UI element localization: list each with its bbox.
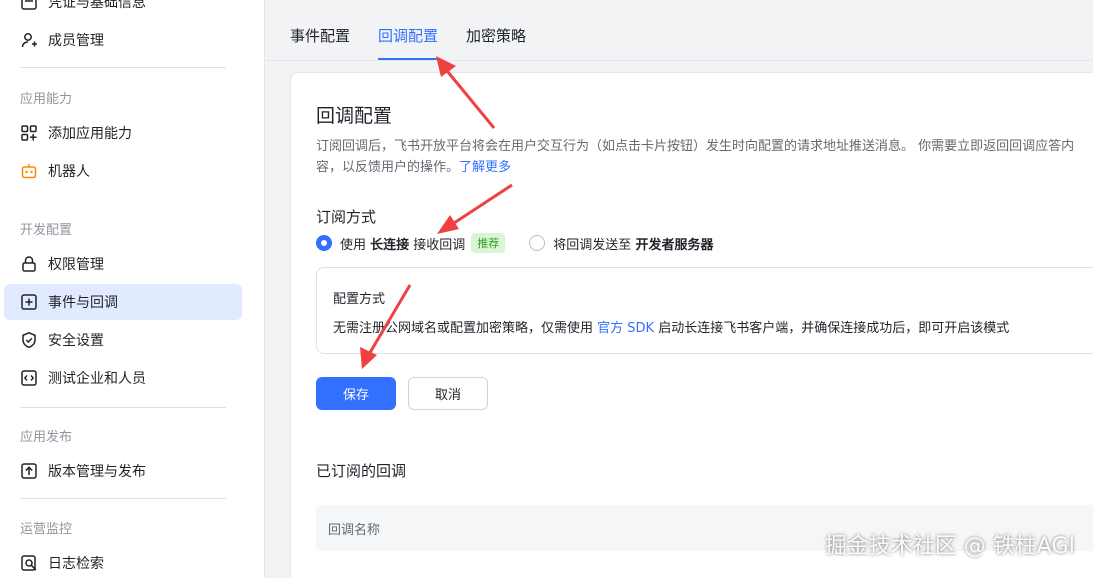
cancel-button[interactable]: 取消 [408,377,488,410]
sidebar-item-label: 机器人 [48,164,90,180]
sidebar-item-permissions[interactable]: 权限管理 [4,246,242,282]
subscribe-mode-title: 订阅方式 [316,208,377,226]
user-add-icon [20,31,38,49]
sidebar-item-security[interactable]: 安全设置 [4,322,242,358]
description-text: 容，以反馈用户的操作。 [316,160,460,175]
tab-bar: 事件配置 回调配置 加密策略 [290,0,554,60]
sidebar-item-credentials[interactable]: 凭证与基础信息 [4,0,242,20]
option-text: 接收回调 [409,237,466,253]
config-text: 无需注册公网域名或配置加密策略，仅需使用 [333,321,598,336]
config-method-title: 配置方式 [333,292,386,307]
sidebar: 凭证与基础信息 成员管理 应用能力 添加应用能力 机器人 开发配置 权限管理 事… [0,0,265,578]
tab-event-config[interactable]: 事件配置 [290,0,350,60]
column-callback-name: 回调名称 [328,522,381,538]
upload-icon [20,462,38,480]
option-developer-server-label[interactable]: 将回调发送至 开发者服务器 [553,234,713,253]
save-button[interactable]: 保存 [316,377,396,410]
section-label-capability: 应用能力 [20,92,73,107]
page-title: 回调配置 [316,105,393,127]
sidebar-divider [20,498,226,499]
sidebar-item-label: 安全设置 [48,333,104,349]
radio-long-connection[interactable] [316,235,332,251]
sidebar-item-label: 成员管理 [48,33,104,49]
sidebar-item-label: 凭证与基础信息 [48,0,146,11]
radio-developer-server[interactable] [529,235,546,251]
description-line-2: 容，以反馈用户的操作。了解更多 [316,157,1093,178]
watermark: 掘金技术社区 @ 铁柱AGI [824,534,1075,559]
shield-icon [20,331,38,349]
callback-config-card: 回调配置 订阅回调后，飞书开放平台将会在用户交互行为（如点击卡片按钮）发生时向配… [290,72,1093,578]
sidebar-item-members[interactable]: 成员管理 [4,22,242,58]
option-bold-text: 长连接 [370,237,410,253]
description-line-1: 订阅回调后，飞书开放平台将会在用户交互行为（如点击卡片按钮）发生时向配置的请求地… [316,139,1075,154]
config-text: 启动长连接飞书客户端，并确保连接成功后，即可开启该模式 [654,321,1010,336]
config-method-text: 无需注册公网域名或配置加密策略，仅需使用 官方 SDK 启动长连接飞书客户端，并… [333,317,1009,336]
sidebar-item-label: 版本管理与发布 [48,464,146,480]
robot-icon [20,162,38,180]
sidebar-item-label: 添加应用能力 [48,126,132,142]
tab-callback-config[interactable]: 回调配置 [378,0,439,60]
lock-icon [20,255,38,273]
code-icon [20,369,38,387]
sidebar-item-versions[interactable]: 版本管理与发布 [4,453,242,489]
sidebar-item-robot[interactable]: 机器人 [4,153,242,189]
tabs-divider [266,60,1093,61]
recommended-badge: 推荐 [471,233,506,253]
section-label-dev: 开发配置 [20,223,73,238]
sidebar-item-label: 日志检索 [48,556,104,572]
sdk-link[interactable]: 官方 SDK [597,321,654,336]
subscribe-mode-options: 使用 长连接 接收回调 推荐 将回调发送至 开发者服务器 [316,233,713,253]
option-text: 使用 [340,237,371,253]
apps-add-icon [20,124,38,142]
option-bold-text: 开发者服务器 [635,237,714,253]
section-label-ops: 运营监控 [20,522,73,537]
tab-encryption[interactable]: 加密策略 [466,0,526,60]
learn-more-link[interactable]: 了解更多 [459,160,511,175]
sidebar-item-add-capability[interactable]: 添加应用能力 [4,115,242,151]
sidebar-item-log-search[interactable]: 日志检索 [4,545,242,578]
sidebar-divider [20,67,226,68]
description: 订阅回调后，飞书开放平台将会在用户交互行为（如点击卡片按钮）发生时向配置的请求地… [316,136,1093,178]
sidebar-item-events[interactable]: 事件与回调 [4,284,242,320]
list-icon [20,0,38,11]
sidebar-item-label: 测试企业和人员 [48,371,146,387]
sidebar-item-test-org[interactable]: 测试企业和人员 [4,360,242,396]
section-label-release: 应用发布 [20,430,73,445]
subscribed-callbacks-title: 已订阅的回调 [316,462,407,480]
config-method-box: 配置方式 无需注册公网域名或配置加密策略，仅需使用 官方 SDK 启动长连接飞书… [316,267,1093,354]
sidebar-item-label: 事件与回调 [48,295,118,311]
log-search-icon [20,554,38,572]
option-long-connection-label[interactable]: 使用 长连接 接收回调 [340,234,465,253]
event-icon [20,293,38,311]
sidebar-item-label: 权限管理 [48,257,104,273]
sidebar-divider [20,407,226,408]
option-text: 将回调发送至 [553,237,636,253]
